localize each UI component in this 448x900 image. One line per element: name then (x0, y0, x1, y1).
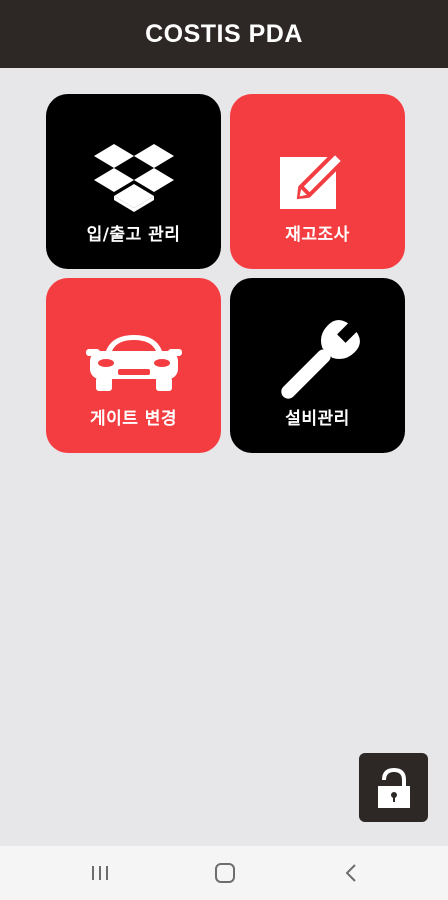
tile-label: 재고조사 (285, 225, 350, 245)
dropbox-icon (93, 130, 174, 226)
tile-stock-check[interactable]: 재고조사 (230, 94, 405, 269)
app-title: COSTIS PDA (145, 19, 303, 48)
unlock-icon (377, 767, 410, 808)
home-icon (215, 863, 235, 883)
tile-label: 입/출고 관리 (86, 225, 181, 245)
back-icon (345, 864, 356, 882)
home-button[interactable] (195, 846, 255, 900)
back-button[interactable] (321, 846, 381, 900)
tile-label: 설비관리 (285, 409, 350, 429)
wrench-icon (273, 314, 363, 410)
tile-inbound-outbound[interactable]: 입/출고 관리 (46, 94, 221, 269)
tile-equipment[interactable]: 설비관리 (230, 278, 405, 453)
recent-apps-button[interactable] (70, 846, 130, 900)
lock-button[interactable] (359, 753, 428, 822)
recent-apps-icon (92, 866, 108, 880)
pencil-square-icon (278, 130, 358, 226)
tile-gate-change[interactable]: 게이트 변경 (46, 278, 221, 453)
app-bar: COSTIS PDA (0, 0, 448, 68)
car-icon (85, 314, 182, 410)
tile-label: 게이트 변경 (89, 409, 178, 429)
system-nav-bar (0, 846, 448, 900)
